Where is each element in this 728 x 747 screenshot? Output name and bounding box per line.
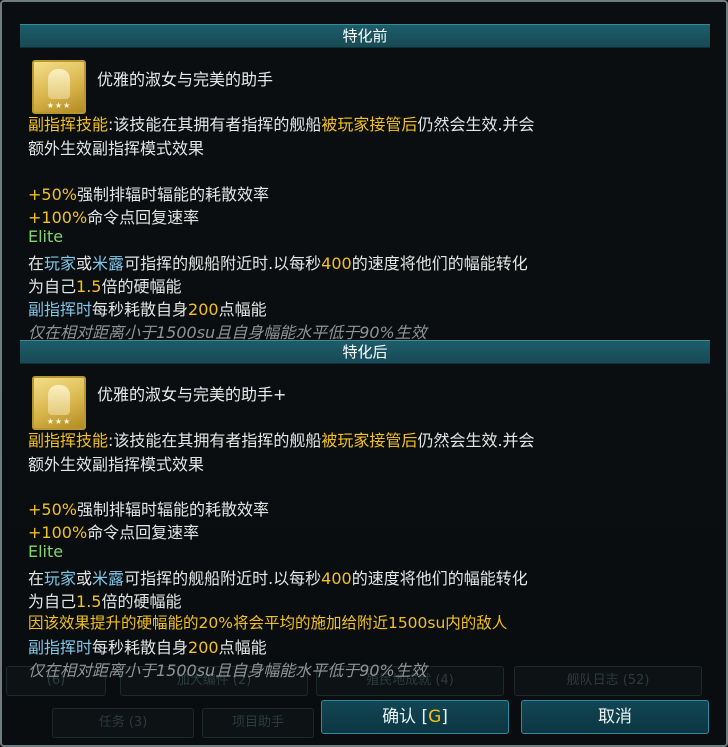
effect-text: 的速度将他们的幅能转化 — [351, 569, 528, 588]
skill-portrait-icon: ★★★ — [32, 376, 86, 430]
keyword-player: 玩家 — [44, 569, 77, 588]
effect-text: 为自己 — [28, 592, 77, 611]
effect-text: 每秒耗散自身 — [92, 300, 189, 319]
skill-name-before: 优雅的淑女与完美的助手 — [97, 70, 274, 89]
bonus-text: 强制排辐时辐能的耗散效率 — [76, 185, 269, 204]
elite-effect-line: 为自己1.5倍的硬幅能 — [28, 588, 181, 612]
section-header-after: 特化后 — [20, 340, 710, 364]
elite-effect-line: 为自己1.5倍的硬幅能 — [28, 273, 181, 297]
keyword-milu: 米露 — [92, 569, 125, 588]
co-commander-effect-line: 副指挥时每秒耗散自身200点幅能 — [28, 296, 267, 320]
skill-name-after: 优雅的淑女与完美的助手+ — [97, 385, 287, 404]
desc-text: 仍然会生效.并会 — [417, 115, 535, 134]
effect-value: 400 — [321, 254, 352, 273]
bonus-value: +50% — [28, 185, 77, 204]
desc-text: :该技能在其拥有者指挥的舰船 — [108, 431, 322, 450]
elite-label: Elite — [28, 227, 64, 246]
effect-value: 1.5 — [76, 592, 102, 611]
bonus-text: 强制排辐时辐能的耗散效率 — [76, 500, 269, 519]
skill-portrait-icon: ★★★ — [32, 60, 86, 114]
confirm-button[interactable]: 确认 [G] — [321, 700, 509, 734]
co-commander-effect-line: 副指挥时每秒耗散自身200点幅能 — [28, 634, 267, 658]
bonus-text: 命令点回复速率 — [87, 208, 200, 227]
bonus-line: +50%强制排辐时辐能的耗散效率 — [28, 181, 269, 205]
desc-text: 仍然会生效.并会 — [417, 431, 535, 450]
desc-text: :该技能在其拥有者指挥的舰船 — [108, 115, 322, 134]
keyword-co-commander-mode: 副指挥时 — [28, 638, 93, 657]
effect-text: 或 — [76, 569, 93, 588]
keyword-player-control: 被玩家接管后 — [321, 431, 418, 450]
skill-description-line: 额外生效副指挥模式效果 — [28, 455, 205, 474]
effect-text: 点幅能 — [218, 300, 267, 319]
elite-effect-line: 在玩家或米露可指挥的舰船附近时.以每秒400的速度将他们的幅能转化 — [28, 565, 528, 589]
confirm-label: 确认 [ — [382, 707, 429, 727]
bonus-value: +100% — [28, 208, 88, 227]
skill-description-line: 副指挥技能:该技能在其拥有者指挥的舰船被玩家接管后仍然会生效.并会 — [28, 427, 535, 451]
effect-value: 400 — [321, 569, 352, 588]
bonus-line: +100%命令点回复速率 — [28, 519, 199, 543]
effect-value: 200 — [188, 638, 219, 657]
keyword-co-commander: 副指挥技能 — [28, 431, 109, 450]
keyword-milu: 米露 — [92, 254, 125, 273]
effect-text: 每秒耗散自身 — [92, 638, 189, 657]
skill-description-line: 额外生效副指挥模式效果 — [28, 139, 205, 158]
keyword-co-commander: 副指挥技能 — [28, 115, 109, 134]
effect-text: 点幅能 — [218, 638, 267, 657]
bonus-line: +100%命令点回复速率 — [28, 204, 199, 228]
effect-text: 在 — [28, 569, 45, 588]
bg-tab: 项目助手 — [202, 708, 314, 738]
effect-text: 倍的硬幅能 — [101, 277, 182, 296]
effect-text: 在 — [28, 254, 45, 273]
bonus-value: +50% — [28, 500, 77, 519]
section-header-before: 特化前 — [20, 24, 710, 48]
confirm-label-close: ] — [441, 707, 448, 727]
effect-text: 倍的硬幅能 — [101, 592, 182, 611]
bonus-text: 命令点回复速率 — [87, 523, 200, 542]
elite-effect-line: 在玩家或米露可指挥的舰船附近时.以每秒400的速度将他们的幅能转化 — [28, 250, 528, 274]
effect-text: 的速度将他们的幅能转化 — [351, 254, 528, 273]
effect-text: 可指挥的舰船附近时.以每秒 — [124, 569, 322, 588]
bg-tab: 任务 (3) — [52, 708, 194, 738]
condition-note: 仅在相对距离小于1500su且自身幅能水平低于90%生效 — [28, 661, 427, 680]
upgrade-effect-line: 因该效果提升的硬幅能的20%将会平均的施加给附近1500su内的敌人 — [28, 614, 508, 632]
effect-text: 为自己 — [28, 277, 77, 296]
bonus-value: +100% — [28, 523, 88, 542]
effect-text: 可指挥的舰船附近时.以每秒 — [124, 254, 322, 273]
cancel-button[interactable]: 取消 — [521, 700, 709, 734]
effect-text: 或 — [76, 254, 93, 273]
confirm-hotkey: G — [428, 707, 442, 727]
effect-value: 200 — [188, 300, 219, 319]
elite-label: Elite — [28, 542, 64, 561]
keyword-co-commander-mode: 副指挥时 — [28, 300, 93, 319]
bonus-line: +50%强制排辐时辐能的耗散效率 — [28, 496, 269, 520]
skill-tooltip-window: (6) 加大编件 (2) 殖民地成就 (4) 舰队日志 (52) 任务 (3) … — [0, 0, 728, 747]
skill-description-line: 副指挥技能:该技能在其拥有者指挥的舰船被玩家接管后仍然会生效.并会 — [28, 111, 535, 135]
keyword-player-control: 被玩家接管后 — [321, 115, 418, 134]
keyword-player: 玩家 — [44, 254, 77, 273]
bg-tab: 舰队日志 (52) — [514, 666, 702, 696]
effect-value: 1.5 — [76, 277, 102, 296]
